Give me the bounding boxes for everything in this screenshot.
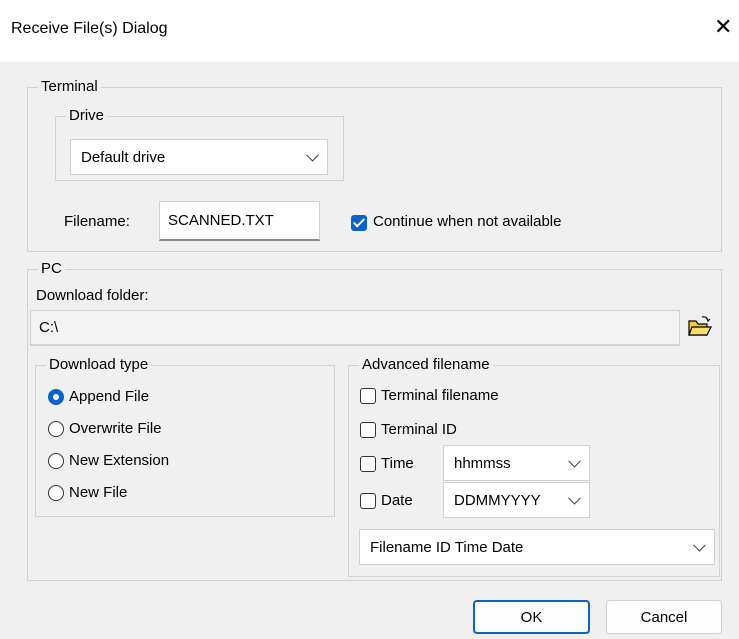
advanced-filename-label: Advanced filename [359, 356, 493, 374]
radio-new-extension-label[interactable]: New Extension [69, 452, 169, 469]
terminal-id-checkbox[interactable] [360, 422, 376, 438]
title-bar: Receive File(s) Dialog ✕ [0, 0, 739, 62]
chevron-down-icon [693, 538, 706, 552]
filename-order-value: Filename ID Time Date [370, 538, 524, 556]
continue-checkbox[interactable] [351, 215, 367, 231]
filename-input[interactable]: SCANNED.TXT [159, 201, 320, 241]
drive-group: Drive Default drive [55, 107, 344, 181]
cancel-button-label: Cancel [640, 608, 688, 626]
download-type-label: Download type [46, 356, 152, 374]
terminal-filename-label[interactable]: Terminal filename [381, 387, 499, 404]
window-title: Receive File(s) Dialog [11, 20, 168, 37]
pc-group: PC Download folder: C:\ Download type Ap… [27, 260, 722, 581]
folder-open-icon[interactable] [688, 316, 712, 338]
date-format-value: DDMMYYYY [454, 491, 541, 509]
download-folder-label: Download folder: [36, 287, 149, 304]
radio-overwrite-file-label[interactable]: Overwrite File [69, 420, 162, 437]
radio-append-file-label[interactable]: Append File [69, 388, 149, 405]
cancel-button[interactable]: Cancel [606, 600, 722, 634]
download-type-group: Download type Append File Overwrite File… [35, 356, 335, 517]
ok-button[interactable]: OK [473, 600, 590, 634]
download-folder-input[interactable]: C:\ [30, 310, 680, 346]
radio-overwrite-file[interactable] [48, 421, 64, 437]
drive-select-value: Default drive [81, 148, 166, 166]
terminal-group-label: Terminal [38, 78, 101, 96]
chevron-down-icon [568, 454, 581, 468]
time-label[interactable]: Time [381, 455, 414, 472]
download-folder-value: C:\ [39, 319, 59, 336]
ok-button-label: OK [520, 608, 543, 626]
filename-input-value: SCANNED.TXT [168, 212, 274, 229]
radio-new-file[interactable] [48, 485, 64, 501]
date-format-select[interactable]: DDMMYYYY [443, 482, 590, 518]
terminal-id-label[interactable]: Terminal ID [381, 421, 457, 438]
radio-append-file[interactable] [48, 389, 64, 405]
continue-label[interactable]: Continue when not available [373, 213, 561, 230]
advanced-filename-group: Advanced filename Terminal filename Term… [348, 356, 720, 577]
radio-new-file-label[interactable]: New File [69, 484, 127, 501]
terminal-group: Terminal Drive Default drive Filename: S… [27, 78, 722, 252]
drive-group-label: Drive [66, 107, 108, 125]
filename-order-select[interactable]: Filename ID Time Date [359, 529, 715, 565]
filename-label: Filename: [64, 213, 130, 230]
time-format-select[interactable]: hhmmss [443, 445, 590, 481]
date-label[interactable]: Date [381, 492, 413, 509]
close-icon[interactable]: ✕ [714, 16, 732, 38]
terminal-filename-checkbox[interactable] [360, 388, 376, 404]
chevron-down-icon [306, 148, 319, 162]
time-format-value: hhmmss [454, 454, 511, 472]
drive-select[interactable]: Default drive [70, 139, 328, 175]
dialog-body: Terminal Drive Default drive Filename: S… [0, 62, 739, 639]
time-checkbox[interactable] [360, 456, 376, 472]
date-checkbox[interactable] [360, 493, 376, 509]
radio-new-extension[interactable] [48, 453, 64, 469]
chevron-down-icon [568, 491, 581, 505]
pc-group-label: PC [38, 260, 65, 278]
